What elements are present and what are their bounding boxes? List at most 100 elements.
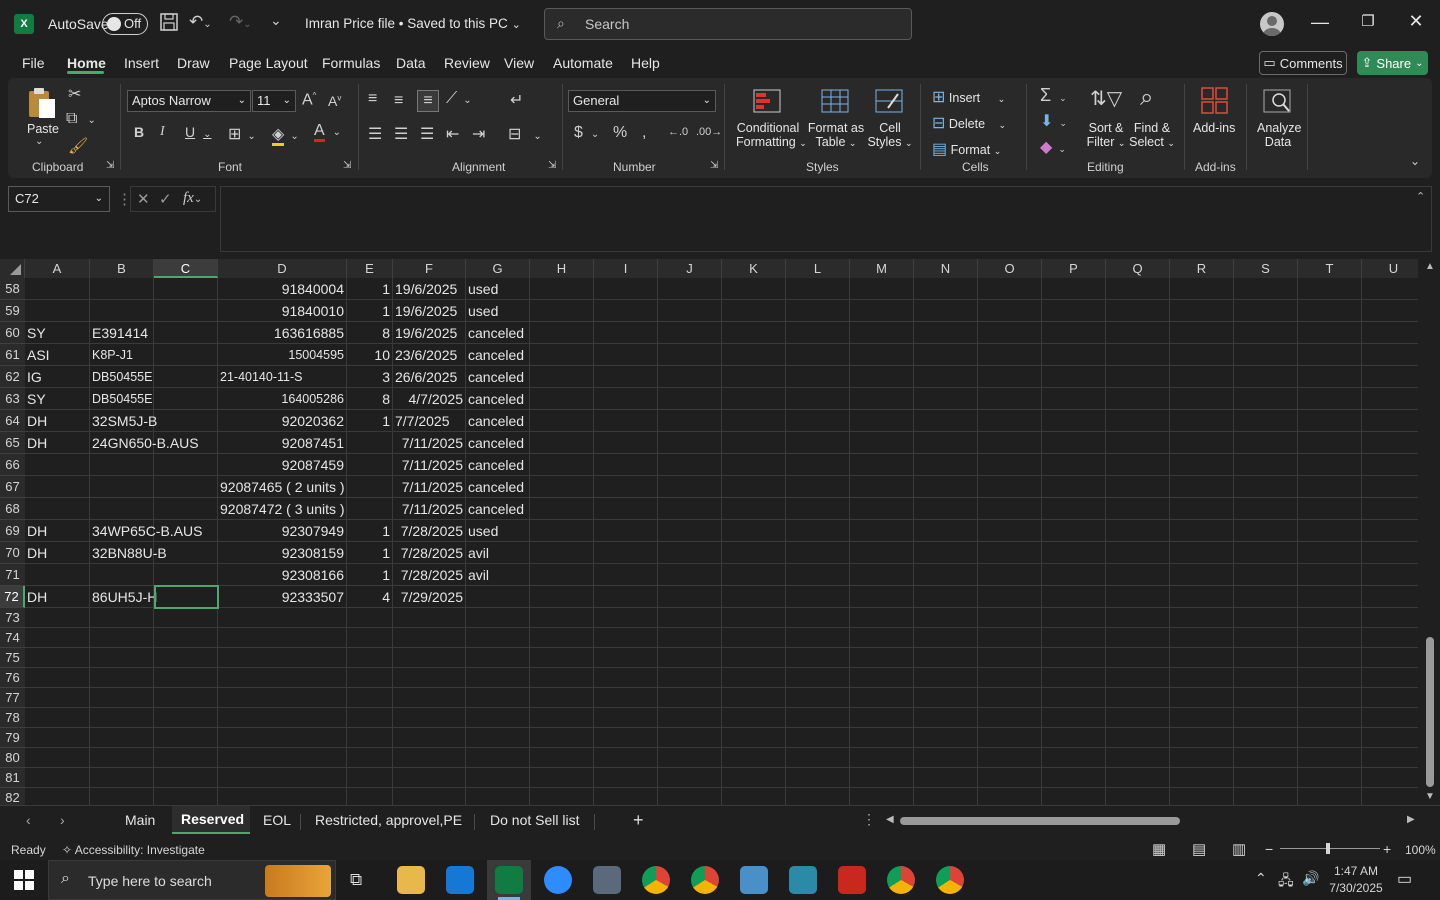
tab-data[interactable]: Data [396,55,426,71]
redo-icon[interactable]: ↷⌄ [229,12,252,32]
row-header-60[interactable]: 60 [0,322,25,344]
row-header-63[interactable]: 63 [0,388,25,410]
font-color-icon[interactable]: A ⌄ [314,122,341,142]
cell-f64[interactable]: 7/7/2025 [395,410,450,432]
minimize-icon[interactable]: — [1297,12,1343,33]
row-header-62[interactable]: 62 [0,366,25,388]
outlook-icon[interactable] [446,866,474,894]
cell-b64[interactable]: 32SM5J-B [92,410,157,432]
cell-g70[interactable]: avil [468,542,489,564]
decrease-indent-icon[interactable]: ⇤ [446,124,459,144]
row-header-64[interactable]: 64 [0,410,25,432]
find-select-button[interactable]: Find & Select ⌄ [1128,121,1176,149]
row-header-78[interactable]: 78 [0,708,25,728]
cell-f62[interactable]: 26/6/2025 [395,366,457,388]
row-header-75[interactable]: 75 [0,648,25,668]
cell-d71[interactable]: 92308166 [218,564,344,586]
find-select-icon[interactable]: ⌕ [1140,84,1153,112]
column-header-a[interactable]: A [25,259,90,278]
cell-g71[interactable]: avil [468,564,489,586]
cell-b69[interactable]: 34WP65C-B.AUS [92,520,202,542]
cell-f61[interactable]: 23/6/2025 [395,344,457,366]
analyze-data-icon[interactable] [1262,86,1294,121]
close-icon[interactable]: ✕ [1393,11,1439,32]
percent-icon[interactable]: % [613,124,627,142]
font-launcher-icon[interactable]: ⇲ [343,160,351,171]
tab-formulas[interactable]: Formulas [322,55,380,71]
excel-taskbar-icon[interactable] [495,866,523,894]
borders-icon[interactable]: ⊞ ⌄ [228,124,256,144]
row-header-80[interactable]: 80 [0,748,25,768]
next-sheet-icon[interactable]: › [60,812,65,828]
row-header-74[interactable]: 74 [0,628,25,648]
add-ins-icon[interactable] [1200,86,1230,121]
cell-g60[interactable]: canceled [468,322,524,344]
insert-cells-button[interactable]: ⊞ Insert ⌄ [932,87,1005,107]
bold-icon[interactable]: B [134,124,144,140]
cell-d66[interactable]: 92087459 [218,454,344,476]
taskbar-time[interactable]: 1:47 AM [1330,864,1382,878]
page-layout-view-icon[interactable]: ▤ [1192,840,1206,858]
increase-indent-icon[interactable]: ⇥ [472,124,485,144]
active-cell-selection[interactable] [154,585,219,609]
column-header-r[interactable]: R [1170,259,1234,278]
calculator-icon[interactable] [593,866,621,894]
name-box[interactable]: C72 ⌄ [8,186,110,212]
column-header-o[interactable]: O [978,259,1042,278]
row-header-77[interactable]: 77 [0,688,25,708]
restore-icon[interactable]: ❐ [1345,12,1391,30]
column-header-d[interactable]: D [218,259,347,278]
horizontal-scroll-thumb[interactable] [900,817,1180,825]
conditional-formatting-icon[interactable] [752,86,782,121]
select-all-corner[interactable] [0,259,25,278]
currency-icon[interactable]: $ ⌄ [574,124,599,142]
cell-d70[interactable]: 92308159 [218,542,344,564]
sheet-tab-restricted[interactable]: Restricted, approvel,PE [315,812,462,828]
accessibility-status[interactable]: ✧ Accessibility: Investigate [62,843,205,857]
insert-function-icon[interactable]: fx⌄ [183,190,202,207]
cell-f72[interactable]: 7/29/2025 [393,586,463,608]
cell-a61[interactable]: ASI [27,344,50,366]
vertical-scroll-thumb[interactable] [1426,637,1434,787]
prev-sheet-icon[interactable]: ‹ [26,812,31,828]
volume-icon[interactable]: 🔊 [1302,870,1319,887]
task-view-icon[interactable]: ⧉ [350,870,362,890]
document-title[interactable]: Imran Price file • Saved to this PC ⌄ [305,16,521,31]
add-sheet-icon[interactable]: + [633,810,644,831]
align-bottom-icon[interactable]: ≡ [417,90,439,112]
page-break-view-icon[interactable]: ▥ [1232,840,1246,858]
app-icon[interactable] [740,866,768,894]
clipboard-launcher-icon[interactable]: ⇲ [106,160,114,171]
font-size-select[interactable]: 11 ⌄ [252,90,296,112]
cell-f69[interactable]: 7/28/2025 [393,520,463,542]
tab-view[interactable]: View [504,55,534,71]
column-header-k[interactable]: K [722,259,786,278]
row-header-70[interactable]: 70 [0,542,25,564]
row-header-73[interactable]: 73 [0,608,25,628]
normal-view-icon[interactable]: ▦ [1152,840,1166,858]
cell-styles-button[interactable]: Cell Styles ⌄ [866,121,914,149]
cell-g58[interactable]: used [468,278,498,300]
cell-f70[interactable]: 7/28/2025 [393,542,463,564]
cell-b65[interactable]: 24GN650-B.AUS [92,432,199,454]
app-icon[interactable] [789,866,817,894]
cell-d60[interactable]: 163616885 [218,322,344,344]
column-header-c[interactable]: C [154,259,218,278]
tab-split-handle-icon[interactable]: ⋮ [862,811,876,828]
row-header-61[interactable]: 61 [0,344,25,366]
wrap-text-icon[interactable]: ↵ [510,90,523,110]
cell-e71[interactable]: 1 [347,564,390,586]
search-input[interactable]: ⌕ Search [544,8,912,40]
cell-a69[interactable]: DH [27,520,47,542]
cell-f71[interactable]: 7/28/2025 [393,564,463,586]
sheet-tab-do-not-sell[interactable]: Do not Sell list [490,812,579,828]
add-ins-button[interactable]: Add-ins [1193,121,1235,135]
tab-page-layout[interactable]: Page Layout [229,55,308,71]
zoom-app-icon[interactable] [544,866,572,894]
decrease-font-icon[interactable]: Av [328,93,341,109]
windows-start-icon[interactable] [14,870,34,895]
column-header-f[interactable]: F [393,259,466,278]
row-header-71[interactable]: 71 [0,564,25,586]
cell-d72[interactable]: 92333507 [218,586,344,608]
cell-styles-icon[interactable] [874,86,904,121]
